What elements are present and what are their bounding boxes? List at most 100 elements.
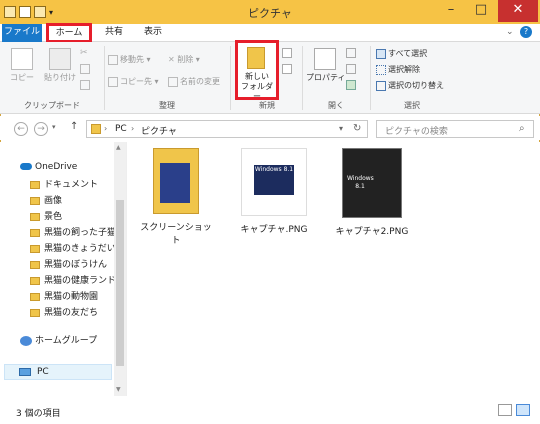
nav-folder-label: 黒猫のぼうけん <box>44 260 108 270</box>
nav-folder-item[interactable]: 黒猫の飼った子猫 <box>30 226 116 240</box>
nav-folder-label: 黒猫の友だち <box>44 308 99 318</box>
paste-shortcut-icon[interactable] <box>80 80 90 90</box>
nav-folder-label: 景色 <box>44 212 63 222</box>
rename-button[interactable]: 名前の変更 <box>168 76 220 87</box>
nav-folder-label: 黒猫の動物園 <box>44 292 99 302</box>
properties-button[interactable]: プロパティ <box>306 48 346 83</box>
organize-group-label: 整理 <box>159 101 175 110</box>
folder-icon <box>30 196 40 205</box>
scroll-up-icon[interactable]: ▲ <box>116 144 121 151</box>
image-thumbnail: Windows 8.1 <box>342 148 402 218</box>
nav-folder-label: 黒猫の飼った子猫 <box>44 228 117 238</box>
tab-view[interactable]: 表示 <box>136 24 170 42</box>
nav-folder-label: 黒猫の健康ランド <box>44 276 117 286</box>
nav-folder-label: ドキュメント <box>44 180 99 190</box>
copy-to-button[interactable]: コピー先 ▾ <box>108 76 159 87</box>
item-count: 3 個の項目 <box>16 409 61 419</box>
nav-folder-item[interactable]: 画像 <box>30 194 62 208</box>
open-icon[interactable] <box>346 48 356 58</box>
search-box[interactable]: ピクチャの検索 ⌕ <box>376 120 534 138</box>
homegroup-icon <box>20 335 32 346</box>
select-all-icon <box>376 48 386 59</box>
nav-onedrive[interactable]: OneDrive <box>20 160 77 174</box>
minimize-button[interactable]: – <box>436 0 466 22</box>
thumbnail-caption: Windows 8.1 <box>347 175 374 190</box>
nav-pc[interactable]: PC <box>4 364 112 380</box>
nav-pc-label: PC <box>37 367 49 377</box>
move-to-button[interactable]: 移動先 ▾ <box>108 54 151 65</box>
tab-file[interactable]: ファイル <box>2 24 42 42</box>
select-none-label: 選択解除 <box>388 65 420 74</box>
folder-thumbnail <box>153 148 199 214</box>
nav-folder-label: 黒猫のきょうだい <box>44 244 116 254</box>
select-none-icon <box>376 64 386 75</box>
refresh-icon[interactable]: ↻ <box>353 123 361 134</box>
nav-folder-item[interactable]: 黒猫のぼうけん <box>30 258 107 272</box>
clipboard-icon <box>49 48 71 70</box>
forward-button[interactable]: → <box>34 122 48 136</box>
image-thumbnail: Windows 8.1 <box>241 148 307 216</box>
edit-icon[interactable] <box>346 64 356 74</box>
rename-label: 名前の変更 <box>180 77 220 86</box>
scroll-down-icon[interactable]: ▼ <box>116 386 121 393</box>
file-name: キャプチャ2.PNG <box>335 227 409 237</box>
copy-label: コピー <box>10 73 34 82</box>
new-item-icon[interactable] <box>282 48 292 58</box>
invert-selection-label: 選択の切り替え <box>388 81 444 90</box>
easy-access-icon[interactable] <box>282 64 292 74</box>
file-item-image[interactable]: Windows 8.1 キャプチャ2.PNG <box>334 148 410 237</box>
file-item-image[interactable]: Windows 8.1 キャプチャ.PNG <box>236 148 312 235</box>
tab-home[interactable]: ホーム <box>46 23 92 43</box>
folder-icon <box>30 276 40 285</box>
new-folder-label-line1: 新しい <box>245 72 269 81</box>
nav-folder-item[interactable]: 黒猫の動物園 <box>30 290 98 304</box>
nav-folder-item[interactable]: 景色 <box>30 210 62 224</box>
select-none-button[interactable]: 選択解除 <box>376 64 420 75</box>
paste-label: 貼り付け <box>44 73 76 82</box>
nav-homegroup[interactable]: ホームグループ <box>20 334 97 348</box>
properties-icon <box>314 48 336 70</box>
nav-folder-item[interactable]: 黒猫の友だち <box>30 306 98 320</box>
paste-button[interactable]: 貼り付け <box>44 48 76 83</box>
tab-share[interactable]: 共有 <box>96 24 132 42</box>
clipboard-group-label: クリップボード <box>24 101 80 110</box>
address-dropdown-icon[interactable]: ▾ <box>339 124 343 133</box>
nav-folder-item[interactable]: 黒猫のきょうだい <box>30 242 116 256</box>
delete-button[interactable]: ✕ 削除 ▾ <box>168 54 200 65</box>
nav-scrollbar-thumb[interactable] <box>116 200 124 366</box>
nav-folder-item[interactable]: 黒猫の健康ランド <box>30 274 116 288</box>
breadcrumb-pc[interactable]: PC <box>115 124 127 134</box>
ribbon-expand-icon[interactable]: ⌄ <box>506 27 514 37</box>
copy-button[interactable]: コピー <box>10 48 34 83</box>
details-view-icon[interactable] <box>498 404 512 416</box>
address-bar[interactable]: › PC › ピクチャ ▾ ↻ <box>86 120 368 138</box>
group-separator <box>230 46 231 110</box>
invert-selection-button[interactable]: 選択の切り替え <box>376 80 444 91</box>
select-all-button[interactable]: すべて選択 <box>376 48 427 59</box>
copy-path-icon[interactable] <box>80 64 90 74</box>
folder-icon <box>30 212 40 221</box>
maximize-button[interactable]: □ <box>466 0 496 22</box>
back-button[interactable]: ← <box>14 122 28 136</box>
status-bar: 3 個の項目 <box>0 396 540 424</box>
up-button[interactable]: ↑ <box>70 121 78 132</box>
history-icon[interactable] <box>346 80 356 90</box>
search-icon[interactable]: ⌕ <box>519 123 525 134</box>
close-button[interactable]: ✕ <box>498 0 538 22</box>
breadcrumb-separator-icon: › <box>104 124 108 133</box>
open-group-label: 開く <box>328 101 344 110</box>
copy-icon <box>11 48 33 70</box>
nav-folder-item[interactable]: ドキュメント <box>30 178 98 192</box>
file-item-folder[interactable]: スクリーンショット <box>138 148 214 246</box>
nav-folder-label: 画像 <box>44 196 63 206</box>
address-row: ← → ▾ ↑ › PC › ピクチャ ▾ ↻ ピクチャの検索 ⌕ <box>0 116 540 140</box>
help-icon[interactable]: ? <box>520 26 532 38</box>
breadcrumb-current[interactable]: ピクチャ <box>141 124 177 137</box>
recent-dropdown-icon[interactable]: ▾ <box>52 123 56 131</box>
nav-homegroup-label: ホームグループ <box>35 336 98 346</box>
copy-to-icon <box>108 76 118 87</box>
search-input[interactable]: ピクチャの検索 <box>385 124 448 137</box>
cut-icon[interactable]: ✂ <box>80 48 88 58</box>
new-folder-button[interactable]: 新しい フォルダー <box>235 40 279 101</box>
large-icons-view-icon[interactable] <box>516 404 530 416</box>
